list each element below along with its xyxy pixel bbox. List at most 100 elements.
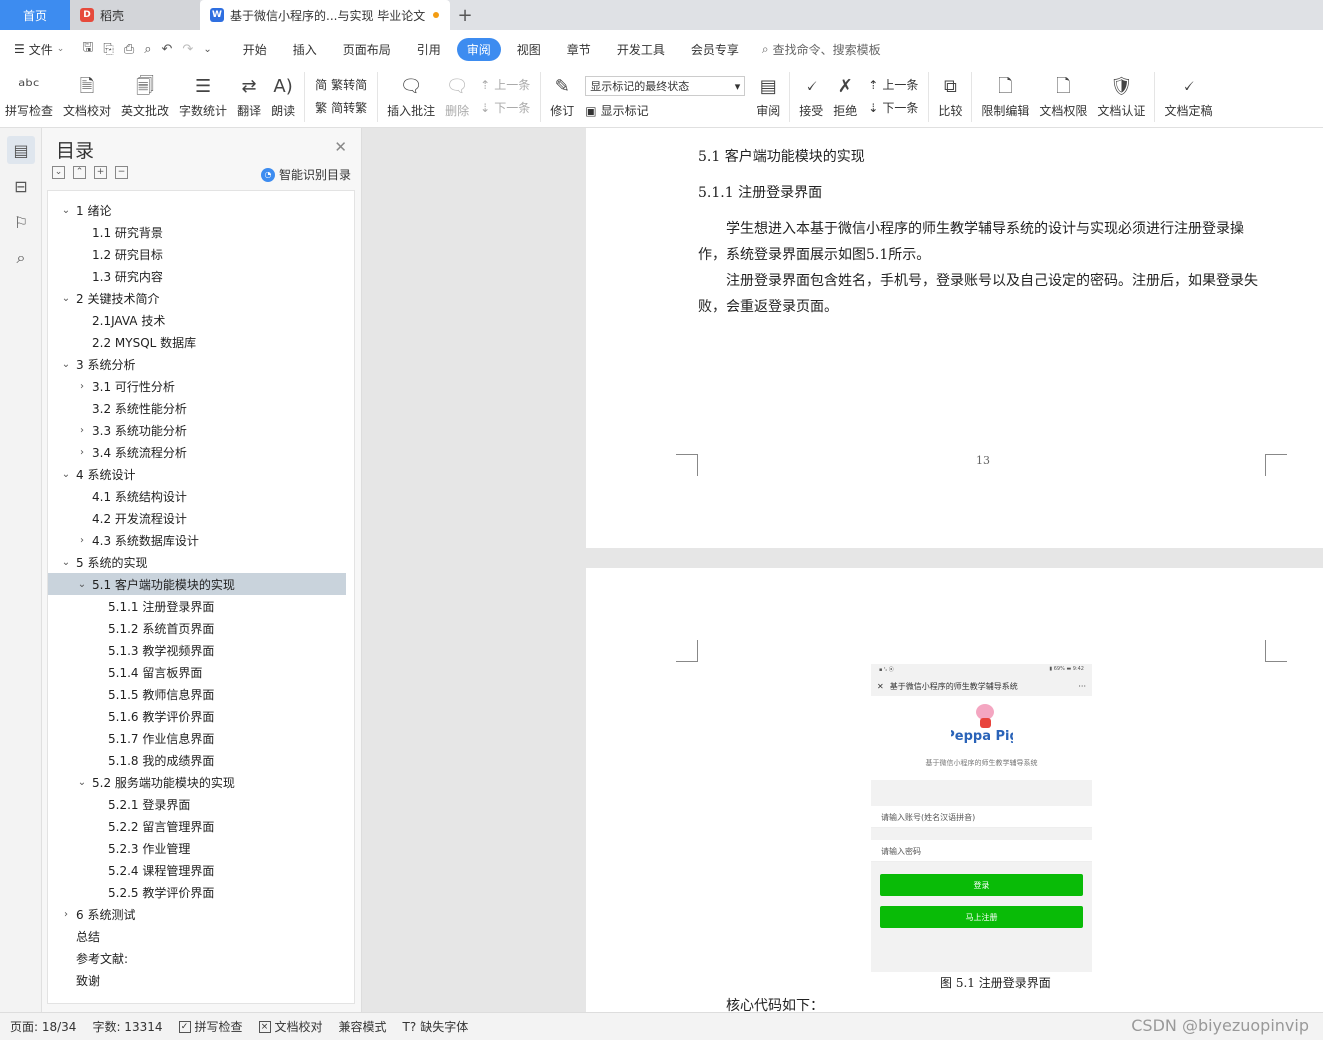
menu-tab[interactable]: 开始 xyxy=(233,38,277,61)
toc-item[interactable]: 5.2.3 作业管理 xyxy=(48,837,354,859)
undo-icon[interactable]: ↶ xyxy=(162,42,173,57)
toc-item[interactable]: 5.1.2 系统首页界面 xyxy=(48,617,354,639)
chevron-down-icon[interactable]: ⌄ xyxy=(60,469,72,480)
doc-permission-button[interactable]: 🗋 文档权限 xyxy=(1034,72,1092,119)
chevron-down-icon[interactable]: ⌄ xyxy=(60,293,72,304)
chevron-down-icon[interactable]: ⌄ xyxy=(76,579,88,590)
accept-button[interactable]: 🗸 接受 xyxy=(794,72,828,119)
toc-item[interactable]: 参考文献: xyxy=(48,947,354,969)
review-pane-button[interactable]: ▤ 审阅 xyxy=(751,72,785,119)
translate-button[interactable]: ⇄ 翻译 xyxy=(232,72,266,119)
status-proofread[interactable]: × 文档校对 xyxy=(258,1018,323,1035)
tab-daoke[interactable]: D 稻壳 xyxy=(70,0,200,30)
menu-tab[interactable]: 插入 xyxy=(283,38,327,61)
toc-item[interactable]: ⌄ 3 系统分析 xyxy=(48,353,354,375)
print-icon[interactable]: ⎙ xyxy=(124,42,134,57)
menu-tab[interactable]: 视图 xyxy=(507,38,551,61)
menu-tab[interactable]: 会员专享 xyxy=(681,38,749,61)
toc-item[interactable]: ⌄ 1 绪论 xyxy=(48,199,354,221)
smart-toc-button[interactable]: ◔ 智能识别目录 xyxy=(260,166,351,183)
reject-button[interactable]: ✗ 拒绝 xyxy=(828,72,862,119)
menu-tab[interactable]: 审阅 xyxy=(456,37,501,61)
toc-item[interactable]: 5.1.8 我的成绩界面 xyxy=(48,749,354,771)
word-count-button[interactable]: ☰ 字数统计 xyxy=(174,72,232,119)
toc-item[interactable]: 2.2 MYSQL 数据库 xyxy=(48,331,354,353)
status-spell-check[interactable]: ✓ 拼写检查 xyxy=(178,1018,243,1035)
toc-item[interactable]: 4.1 系统结构设计 xyxy=(48,485,354,507)
chevron-right-icon[interactable]: › xyxy=(76,535,88,546)
toc-item[interactable]: 5.1.7 作业信息界面 xyxy=(48,727,354,749)
page-indicator[interactable]: 页面: 18/34 xyxy=(10,1018,76,1035)
toc-item[interactable]: › 4.3 系统数据库设计 xyxy=(48,529,354,551)
new-tab-button[interactable]: + xyxy=(450,0,480,30)
tab-document[interactable]: W 基于微信小程序的...与实现 毕业论文 xyxy=(200,0,450,30)
spell-check-button[interactable]: ᵃᵇᶜ 拼写检查 xyxy=(0,72,58,119)
toc-item[interactable]: 5.1.3 教学视频界面 xyxy=(48,639,354,661)
finalize-button[interactable]: 🗸 文档定稿 xyxy=(1159,72,1217,119)
compare-button[interactable]: ⧉ 比较 xyxy=(933,72,967,119)
word-count[interactable]: 字数: 13314 xyxy=(92,1018,162,1035)
read-aloud-button[interactable]: A) 朗读 xyxy=(266,72,300,119)
toc-item[interactable]: › 3.1 可行性分析 xyxy=(48,375,354,397)
chevron-down-icon[interactable]: ⌄ xyxy=(60,557,72,568)
toc-item[interactable]: 4.2 开发流程设计 xyxy=(48,507,354,529)
redo-icon[interactable]: ↷ xyxy=(182,42,193,57)
menu-tab[interactable]: 开发工具 xyxy=(607,38,675,61)
command-search[interactable]: ⌕ 查找命令、搜索模板 xyxy=(762,41,881,58)
print-preview-icon[interactable]: ⌕ xyxy=(144,42,151,57)
toc-item[interactable]: 2.1JAVA 技术 xyxy=(48,309,354,331)
toc-item[interactable]: ⌄ 5 系统的实现 xyxy=(48,551,354,573)
insert-comment-button[interactable]: 🗨 插入批注 xyxy=(382,72,440,119)
simp-to-trad-button[interactable]: 繁简转繁 xyxy=(315,99,367,116)
add-heading-icon[interactable]: + xyxy=(94,166,107,179)
toc-item[interactable]: 1.3 研究内容 xyxy=(48,265,354,287)
chevron-right-icon[interactable]: › xyxy=(60,909,72,920)
chevron-down-icon[interactable]: ⌄ xyxy=(60,359,72,370)
toc-item[interactable]: ⌄ 2 关键技术简介 xyxy=(48,287,354,309)
save-icon[interactable]: 🖫 xyxy=(82,38,93,60)
toc-item[interactable]: 5.1.5 教师信息界面 xyxy=(48,683,354,705)
menu-tab[interactable]: 章节 xyxy=(557,38,601,61)
missing-font[interactable]: T? 缺失字体 xyxy=(403,1018,469,1035)
toc-item[interactable]: 1.2 研究目标 xyxy=(48,243,354,265)
track-changes-button[interactable]: ✎ 修订 xyxy=(545,72,579,119)
proofread-button[interactable]: 🗎 文档校对 xyxy=(58,72,116,119)
chevron-right-icon[interactable]: › xyxy=(76,381,88,392)
menu-tab[interactable]: 页面布局 xyxy=(333,38,401,61)
collapse-all-icon[interactable]: ⌄ xyxy=(52,166,65,179)
restrict-edit-button[interactable]: 🗋 限制编辑 xyxy=(976,72,1034,119)
toc-item[interactable]: › 3.3 系统功能分析 xyxy=(48,419,354,441)
toc-item[interactable]: 总结 xyxy=(48,925,354,947)
toc-item[interactable]: 5.2.2 留言管理界面 xyxy=(48,815,354,837)
bookmark-icon[interactable]: ⚐ xyxy=(7,208,35,236)
toc-item[interactable]: 致谢 xyxy=(48,969,354,991)
toc-item[interactable]: 5.1.1 注册登录界面 xyxy=(48,595,354,617)
chevron-down-icon[interactable]: ⌄ xyxy=(76,777,88,788)
english-correct-button[interactable]: 🗐 英文批改 xyxy=(116,72,174,119)
toc-item[interactable]: › 3.4 系统流程分析 xyxy=(48,441,354,463)
show-markup-button[interactable]: ▣ 显示标记 xyxy=(585,102,745,119)
toc-item[interactable]: 5.2.1 登录界面 xyxy=(48,793,354,815)
toc-item[interactable]: ⌄ 4 系统设计 xyxy=(48,463,354,485)
customize-icon[interactable]: ⌄ xyxy=(203,44,211,55)
toc-item[interactable]: › 6 系统测试 xyxy=(48,903,354,925)
doc-certify-button[interactable]: 🛡 文档认证 xyxy=(1092,72,1150,119)
chevron-down-icon[interactable]: ⌄ xyxy=(60,205,72,216)
chevron-right-icon[interactable]: › xyxy=(76,447,88,458)
file-menu[interactable]: ☰ 文件 ⌄ xyxy=(8,41,70,58)
chapter-nav-icon[interactable]: ⊟ xyxy=(7,172,35,200)
search-icon[interactable]: ⌕ xyxy=(7,244,35,272)
toc-item[interactable]: 5.2.5 教学评价界面 xyxy=(48,881,354,903)
menu-tab[interactable]: 引用 xyxy=(407,38,451,61)
trad-to-simp-button[interactable]: 简繁转简 xyxy=(315,76,367,93)
prev-comment-button[interactable]: ⇡ 上一条 xyxy=(480,76,530,93)
toc-item[interactable]: 1.1 研究背景 xyxy=(48,221,354,243)
close-icon[interactable]: ✕ xyxy=(334,138,347,156)
toc-item[interactable]: 5.1.4 留言板界面 xyxy=(48,661,354,683)
toc-panel-icon[interactable]: ▤ xyxy=(7,136,35,164)
export-icon[interactable]: ⎘ xyxy=(103,42,113,57)
next-change-button[interactable]: ⇣ 下一条 xyxy=(868,99,918,116)
toc-item[interactable]: ⌄ 5.2 服务端功能模块的实现 xyxy=(48,771,354,793)
toc-item[interactable]: ⌄ 5.1 客户端功能模块的实现 xyxy=(48,573,346,595)
chevron-right-icon[interactable]: › xyxy=(76,425,88,436)
